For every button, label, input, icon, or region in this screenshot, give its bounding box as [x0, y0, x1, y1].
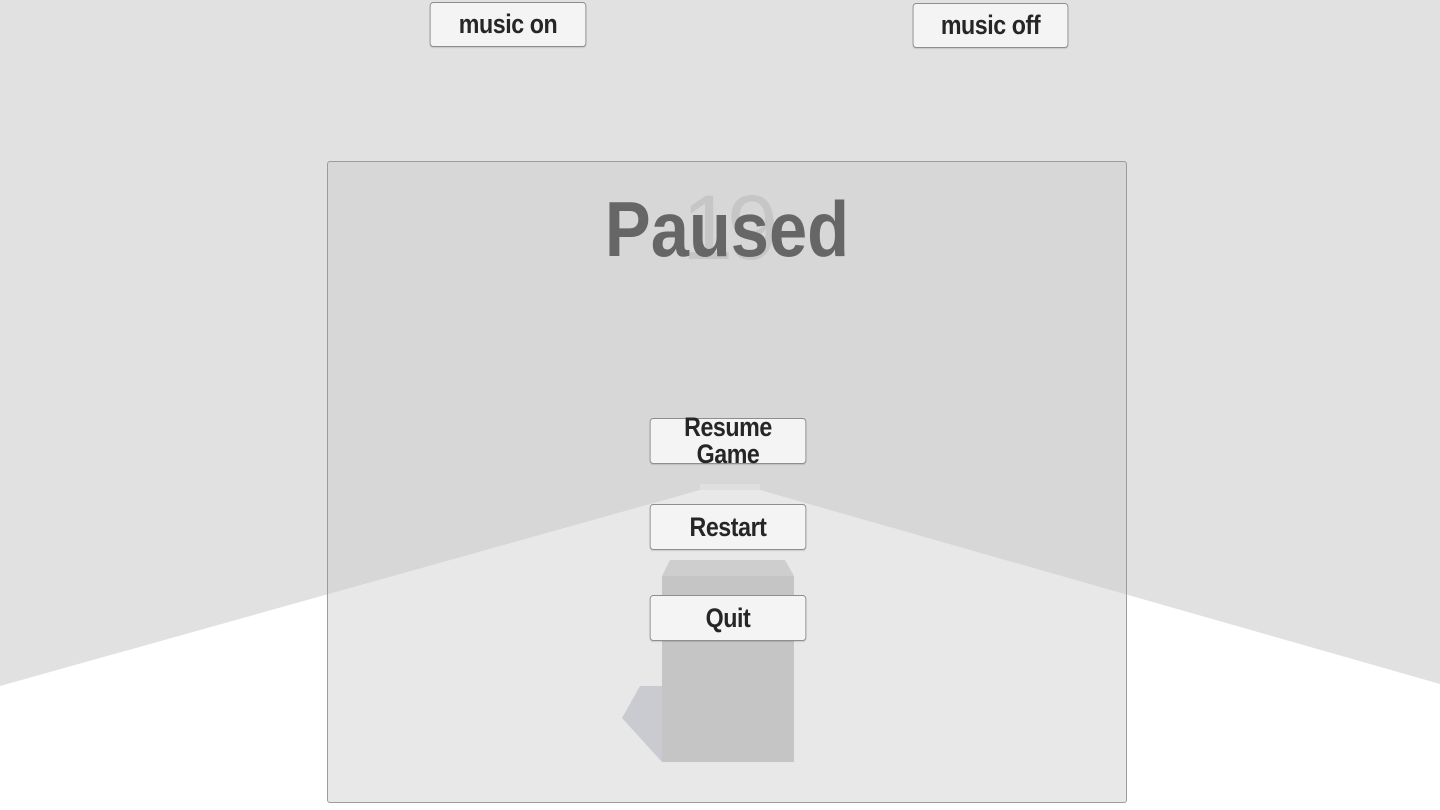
restart-button[interactable]: Restart — [649, 504, 807, 550]
music-on-button[interactable]: music on — [429, 2, 587, 47]
game-scene: music on music off 19 Paused Resume Game… — [0, 0, 1440, 810]
quit-button[interactable]: Quit — [649, 595, 807, 641]
resume-game-button[interactable]: Resume Game — [649, 414, 807, 468]
pause-menu-panel: 19 Paused Resume Game Restart Quit — [327, 161, 1127, 803]
music-on-label: music on — [458, 9, 558, 39]
quit-label: Quit — [705, 602, 751, 633]
restart-label: Restart — [689, 511, 767, 542]
pause-title: Paused — [604, 185, 850, 273]
resume-game-label: Resume Game — [684, 412, 772, 469]
music-off-label: music off — [940, 10, 1041, 40]
music-off-button[interactable]: music off — [912, 3, 1069, 48]
